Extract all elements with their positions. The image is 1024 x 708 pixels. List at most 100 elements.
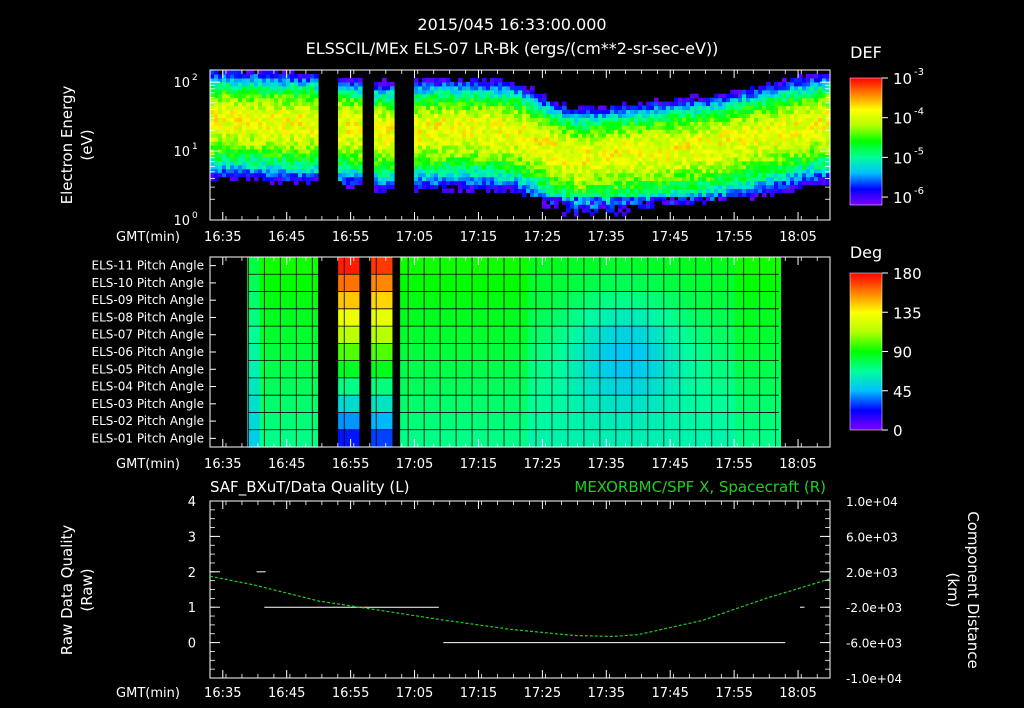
- pitch-cell: [296, 257, 302, 275]
- energy-cell: [490, 152, 495, 158]
- energy-cell: [710, 145, 715, 150]
- energy-cell: [774, 188, 779, 193]
- energy-cell: [606, 129, 611, 134]
- energy-cell: [518, 89, 523, 95]
- energy-cell: [502, 172, 507, 178]
- energy-cell: [466, 164, 471, 170]
- energy-cell: [678, 113, 683, 118]
- pitch-cell: [424, 343, 430, 362]
- energy-cell: [414, 141, 419, 146]
- energy-cell: [310, 156, 315, 162]
- energy-cell: [418, 137, 423, 142]
- pitch-cell: [272, 360, 277, 379]
- pitch-cell: [350, 343, 356, 362]
- pitch-cell: [466, 274, 471, 293]
- energy-cell: [510, 156, 515, 162]
- pitch-cell: [449, 360, 455, 379]
- energy-cell: [678, 148, 683, 154]
- energy-cell: [614, 117, 619, 122]
- energy-cell: [486, 156, 491, 162]
- pitch-cell: [458, 412, 463, 431]
- energy-cell: [538, 93, 543, 99]
- energy-cell: [506, 105, 511, 111]
- energy-cell: [574, 168, 579, 174]
- energy-cell: [518, 164, 523, 170]
- energy-cell: [226, 109, 231, 115]
- energy-cell: [762, 188, 767, 193]
- energy-cell: [266, 121, 271, 126]
- energy-cell: [586, 208, 591, 213]
- energy-cell: [462, 145, 467, 150]
- pitch-cell: [400, 360, 405, 379]
- energy-cell: [658, 180, 663, 186]
- energy-cell: [562, 121, 567, 126]
- pitch-cell: [532, 308, 538, 327]
- energy-cell: [810, 81, 815, 87]
- energy-cell: [474, 164, 479, 170]
- energy-cell: [694, 113, 699, 118]
- energy-cell: [274, 97, 279, 103]
- energy-cell: [738, 156, 743, 162]
- energy-cell: [770, 109, 775, 115]
- energy-cell: [270, 148, 275, 154]
- energy-cell: [382, 101, 387, 107]
- energy-cell: [294, 145, 299, 150]
- energy-cell: [270, 105, 275, 111]
- energy-cell: [654, 117, 659, 122]
- pitch-cell: [466, 412, 471, 431]
- energy-cell: [434, 113, 439, 118]
- energy-cell: [250, 97, 255, 103]
- energy-cell: [290, 164, 295, 170]
- energy-cell: [794, 97, 799, 103]
- energy-cell: [298, 172, 303, 178]
- pitch-cell: [408, 274, 414, 293]
- energy-cell: [282, 97, 287, 103]
- energy-cell: [738, 105, 743, 111]
- energy-cell: [238, 113, 243, 118]
- energy-cell: [270, 125, 275, 130]
- energy-cell: [606, 109, 611, 115]
- energy-cell: [242, 137, 247, 142]
- energy-cell: [234, 164, 239, 170]
- energy-cell: [218, 125, 223, 130]
- energy-cell: [614, 141, 619, 146]
- energy-cell: [730, 105, 735, 111]
- energy-cell: [738, 89, 743, 95]
- energy-cell: [346, 168, 351, 174]
- pitch-cell: [400, 377, 405, 396]
- energy-cell: [422, 141, 427, 146]
- energy-cell: [358, 81, 363, 87]
- energy-cell: [734, 125, 739, 130]
- energy-cell: [526, 176, 531, 182]
- energy-cell: [722, 125, 727, 130]
- energy-cell: [798, 184, 803, 190]
- energy-cell: [470, 89, 475, 95]
- energy-cell: [782, 85, 787, 91]
- energy-cell: [310, 129, 315, 134]
- energy-cell: [438, 81, 443, 87]
- energy-cell: [662, 172, 667, 178]
- energy-cell: [762, 137, 767, 142]
- pitch-cell: [313, 377, 319, 396]
- energy-cell: [262, 172, 267, 178]
- energy-cell: [582, 200, 587, 205]
- energy-cell: [566, 196, 571, 201]
- energy-cell: [466, 188, 471, 193]
- energy-cell: [254, 141, 259, 146]
- energy-cell: [266, 176, 271, 182]
- energy-cell: [482, 101, 487, 107]
- energy-cell: [310, 93, 315, 99]
- energy-cell: [734, 109, 739, 115]
- energy-cell: [790, 105, 795, 111]
- energy-cell: [214, 89, 219, 95]
- energy-cell: [590, 204, 595, 209]
- energy-cell: [722, 121, 727, 126]
- energy-cell: [210, 97, 215, 103]
- energy-cell: [690, 137, 695, 142]
- energy-cell: [678, 145, 683, 150]
- energy-cell: [250, 168, 255, 174]
- energy-cell: [438, 121, 443, 126]
- energy-cell: [270, 164, 275, 170]
- energy-cell: [514, 137, 519, 142]
- energy-cell: [494, 145, 499, 150]
